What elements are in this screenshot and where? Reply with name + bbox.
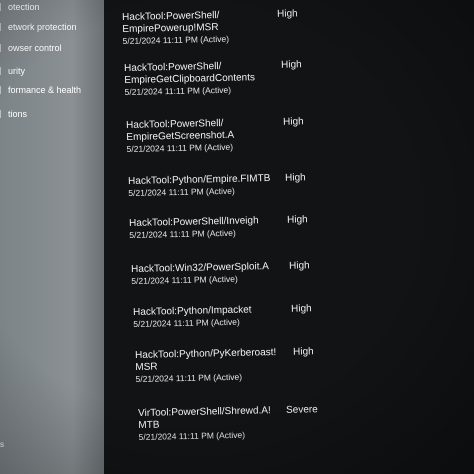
sidebar-item-device-security[interactable]: urity — [0, 66, 25, 76]
threat-severity: High — [288, 260, 310, 272]
threat-name-line: EmpirePowerup!MSR — [122, 21, 219, 35]
threat-date: 5/21/2024 11:11 PM (Active) — [135, 371, 243, 384]
threat-row[interactable]: HackTool:PowerShell/Inveigh 5/21/2024 11… — [129, 210, 474, 262]
threat-name: HackTool:Python/Impacket 5/21/2024 11:11… — [133, 304, 298, 330]
sidebar-item-label: tions — [8, 109, 28, 119]
threat-name: HackTool:PowerShell/ EmpireGetClipboardC… — [124, 60, 290, 98]
threat-date: 5/21/2024 11:11 PM (Active) — [122, 33, 230, 46]
navigation-sidebar: otection etwork protection owser control… — [0, 0, 104, 474]
sidebar-item-virus-protection[interactable]: otection — [0, 2, 40, 12]
network-icon — [0, 23, 7, 31]
threat-name-line: MTB — [138, 419, 160, 431]
virus-protection-icon — [0, 3, 7, 11]
threat-severity: High — [286, 214, 308, 226]
threat-name-line: HackTool:PowerShell/Inveigh — [129, 215, 259, 229]
threat-name: VirTool:PowerShell/Shrewd.A! MTB 5/21/20… — [138, 405, 304, 443]
threat-name-line: EmpireGetClipboardContents — [124, 72, 256, 86]
threat-row[interactable]: VirTool:PowerShell/Shrewd.A! MTB 5/21/20… — [138, 400, 474, 452]
threat-row[interactable]: HackTool:Python/PyKerberoast! MSR 5/21/2… — [135, 342, 474, 394]
threat-severity: High — [290, 303, 312, 315]
threat-name-line: HackTool:PowerShell/ — [122, 9, 220, 23]
threat-name-line: EmpireGetScreenshot.A — [126, 129, 235, 143]
threat-severity: High — [276, 8, 298, 20]
sidebar-item-label: etwork protection — [8, 22, 77, 32]
threat-name-line: VirTool:PowerShell/Shrewd.A! — [138, 405, 271, 419]
threat-name: HackTool:Python/PyKerberoast! MSR 5/21/2… — [135, 347, 301, 385]
threat-name-line: HackTool:Python/PyKerberoast! — [135, 347, 277, 361]
health-icon — [0, 86, 7, 94]
threat-date: 5/21/2024 11:11 PM (Active) — [131, 273, 238, 286]
windows-security-window: otection etwork protection owser control… — [0, 0, 474, 474]
sidebar-item-family-options[interactable]: tions — [0, 109, 27, 119]
threat-name-line: MSR — [135, 361, 158, 373]
threat-severity: Severe — [285, 404, 318, 416]
threat-date: 5/21/2024 11:11 PM (Active) — [128, 185, 235, 198]
sidebar-item-label: otection — [8, 2, 40, 12]
threat-severity: High — [280, 59, 302, 71]
threat-name: HackTool:Win32/PowerSploit.A 5/21/2024 1… — [131, 261, 296, 287]
threat-severity: High — [292, 346, 314, 358]
sidebar-item-firewall[interactable]: etwork protection — [0, 22, 77, 32]
sidebar-item-performance-health[interactable]: formance & health — [0, 85, 81, 95]
sidebar-item-label: urity — [8, 66, 26, 76]
device-security-icon — [0, 67, 7, 75]
threat-name: HackTool:Python/Empire.FIMTB 5/21/2024 1… — [128, 173, 293, 199]
threat-row[interactable]: HackTool:PowerShell/ EmpirePowerup!MSR 5… — [122, 4, 474, 56]
family-icon — [0, 110, 7, 118]
threat-date: 5/21/2024 11:11 PM (Active) — [138, 429, 246, 442]
threat-list: HackTool:PowerShell/ EmpirePowerup!MSR 5… — [104, 0, 474, 474]
threat-row[interactable]: HackTool:PowerShell/ EmpireGetScreenshot… — [126, 112, 474, 164]
threat-name: HackTool:PowerShell/ EmpirePowerup!MSR 5… — [122, 9, 288, 47]
app-browser-icon — [0, 44, 7, 52]
threat-date: 5/21/2024 11:11 PM (Active) — [124, 84, 232, 97]
threat-name-line: HackTool:Python/Empire.FIMTB — [128, 173, 271, 187]
threat-row[interactable]: HackTool:PowerShell/ EmpireGetClipboardC… — [124, 55, 474, 107]
threat-name-line: HackTool:PowerShell/ — [126, 117, 224, 131]
sidebar-item-label: formance & health — [8, 85, 82, 95]
threat-name: HackTool:PowerShell/Inveigh 5/21/2024 11… — [129, 215, 294, 241]
sidebar-settings-item[interactable]: s — [0, 440, 4, 449]
threat-name: HackTool:PowerShell/ EmpireGetScreenshot… — [126, 117, 292, 155]
threat-date: 5/21/2024 11:11 PM (Active) — [126, 141, 234, 154]
threat-name-line: HackTool:PowerShell/ — [124, 60, 222, 74]
sidebar-item-app-browser[interactable]: owser control — [0, 43, 62, 53]
sidebar-item-label: owser control — [8, 43, 62, 53]
threat-date: 5/21/2024 11:11 PM (Active) — [133, 316, 240, 329]
threat-date: 5/21/2024 11:11 PM (Active) — [129, 227, 236, 240]
protection-history-panel: HackTool:PowerShell/ EmpirePowerup!MSR 5… — [104, 0, 474, 474]
threat-name-line: HackTool:Win32/PowerSploit.A — [131, 261, 270, 275]
threat-severity: High — [284, 172, 306, 184]
threat-severity: High — [282, 116, 304, 128]
